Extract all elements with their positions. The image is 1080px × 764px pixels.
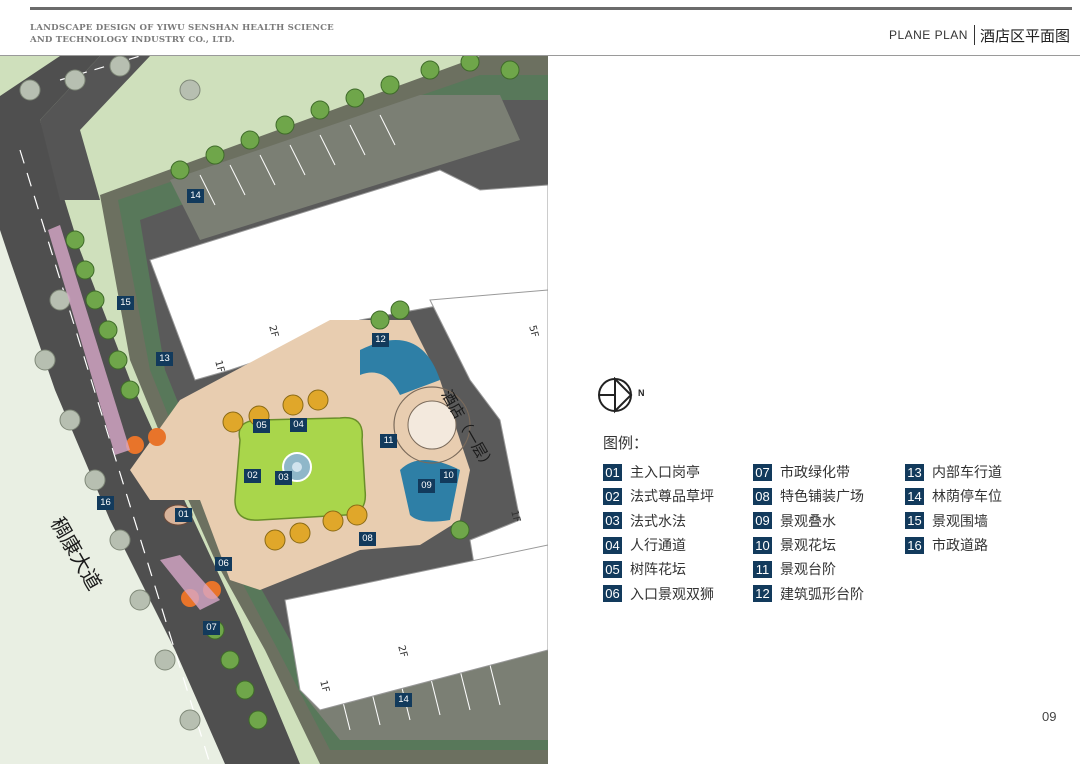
map-tag: 07 xyxy=(203,621,220,635)
legend-item: 16 市政道路 xyxy=(905,533,1002,557)
map-tag: 16 xyxy=(97,496,114,510)
map-tag: 11 xyxy=(380,434,397,448)
map-tag: 02 xyxy=(244,469,261,483)
company-name: LANDSCAPE DESIGN OF YIWU SENSHAN HEALTH … xyxy=(30,22,334,46)
legend-item: 07 市政绿化带 xyxy=(753,460,864,484)
legend-column-3: 13 内部车行道 14 林荫停车位 15 景观围墙 16 市政道路 xyxy=(905,460,1002,557)
legend-label: 景观花坛 xyxy=(780,538,836,555)
company-line-2: AND TECHNOLOGY INDUSTRY CO., LTD. xyxy=(30,35,235,45)
legend-label: 入口景观双狮 xyxy=(630,586,714,603)
north-arrow: N xyxy=(597,376,647,421)
legend-label: 树阵花坛 xyxy=(630,562,686,579)
legend-item: 14 林荫停车位 xyxy=(905,484,1002,508)
legend-item: 13 内部车行道 xyxy=(905,460,1002,484)
legend-item: 08 特色铺装广场 xyxy=(753,484,864,508)
legend-item: 10 景观花坛 xyxy=(753,533,864,557)
legend-item: 06 入口景观双狮 xyxy=(603,581,714,605)
company-line-1: LANDSCAPE DESIGN OF YIWU SENSHAN HEALTH … xyxy=(30,23,334,33)
map-tag: 08 xyxy=(359,532,376,546)
plan-title-en: PLANE PLAN xyxy=(888,28,968,42)
legend-label: 内部车行道 xyxy=(932,465,1002,482)
legend-item: 04 人行通道 xyxy=(603,533,714,557)
legend-number: 05 xyxy=(603,560,622,578)
map-tag: 05 xyxy=(253,419,270,433)
legend-number: 03 xyxy=(603,512,622,530)
legend-title: 图例： xyxy=(603,434,649,452)
north-letter: N xyxy=(638,388,645,398)
legend-number: 09 xyxy=(753,512,772,530)
map-tag: 01 xyxy=(175,508,192,522)
legend-column-2: 07 市政绿化带 08 特色铺装广场 09 景观叠水 10 景观花坛 11 景观台阶 12… xyxy=(753,460,864,606)
heading-divider xyxy=(973,25,975,45)
legend-item: 12 建筑弧形台阶 xyxy=(753,581,864,605)
legend-label: 法式尊品草坪 xyxy=(630,489,714,506)
map-tag: 06 xyxy=(215,557,232,571)
legend-item: 15 景观围墙 xyxy=(905,509,1002,533)
legend-number: 12 xyxy=(753,585,772,603)
legend-number: 11 xyxy=(753,560,772,578)
legend-number: 06 xyxy=(603,585,622,603)
legend-number: 13 xyxy=(905,463,924,481)
top-rule xyxy=(30,7,1072,10)
legend-label: 建筑弧形台阶 xyxy=(780,586,864,603)
map-tag: 13 xyxy=(156,352,173,366)
legend-label: 景观叠水 xyxy=(780,513,836,530)
legend-number: 01 xyxy=(603,463,622,481)
map-tag: 14 xyxy=(395,693,412,707)
map-tag: 10 xyxy=(440,469,457,483)
page-heading: PLANE PLAN 酒店区平面图 xyxy=(889,24,1070,46)
legend-label: 市政绿化带 xyxy=(780,465,850,482)
legend-column-1: 01 主入口岗亭 02 法式尊品草坪 03 法式水法 04 人行通道 05 树阵花坛 06… xyxy=(603,460,714,606)
legend-number: 16 xyxy=(905,536,924,554)
map-tag: 12 xyxy=(372,333,389,347)
legend-label: 特色铺装广场 xyxy=(780,489,864,506)
map-tag: 15 xyxy=(117,296,134,310)
page-number: 09 xyxy=(1042,709,1057,724)
legend-number: 08 xyxy=(753,487,772,505)
legend-item: 05 树阵花坛 xyxy=(603,557,714,581)
legend-item: 02 法式尊品草坪 xyxy=(603,484,714,508)
legend-label: 景观围墙 xyxy=(932,513,988,530)
legend-item: 09 景观叠水 xyxy=(753,509,864,533)
legend-number: 07 xyxy=(753,463,772,481)
legend-label: 法式水法 xyxy=(630,513,686,530)
site-plan-map: 稠康大道 酒店（一层） 2F 1F 5F 1F 2F 1F 14 15 13 1… xyxy=(0,56,548,764)
map-tag: 14 xyxy=(187,189,204,203)
legend-item: 03 法式水法 xyxy=(603,509,714,533)
legend-number: 02 xyxy=(603,487,622,505)
legend-item: 01 主入口岗亭 xyxy=(603,460,714,484)
legend-number: 10 xyxy=(753,536,772,554)
legend-label: 主入口岗亭 xyxy=(630,465,700,482)
legend-number: 04 xyxy=(603,536,622,554)
legend-number: 15 xyxy=(905,512,924,530)
legend-item: 11 景观台阶 xyxy=(753,557,864,581)
legend-number: 14 xyxy=(905,487,924,505)
legend-label: 景观台阶 xyxy=(780,562,836,579)
map-tag: 09 xyxy=(418,479,435,493)
plan-title-cn: 酒店区平面图 xyxy=(979,26,1070,45)
map-tag: 04 xyxy=(290,418,307,432)
legend-label: 市政道路 xyxy=(932,538,988,555)
map-tag: 03 xyxy=(275,471,292,485)
legend-label: 人行通道 xyxy=(630,538,686,555)
legend-label: 林荫停车位 xyxy=(932,489,1002,506)
